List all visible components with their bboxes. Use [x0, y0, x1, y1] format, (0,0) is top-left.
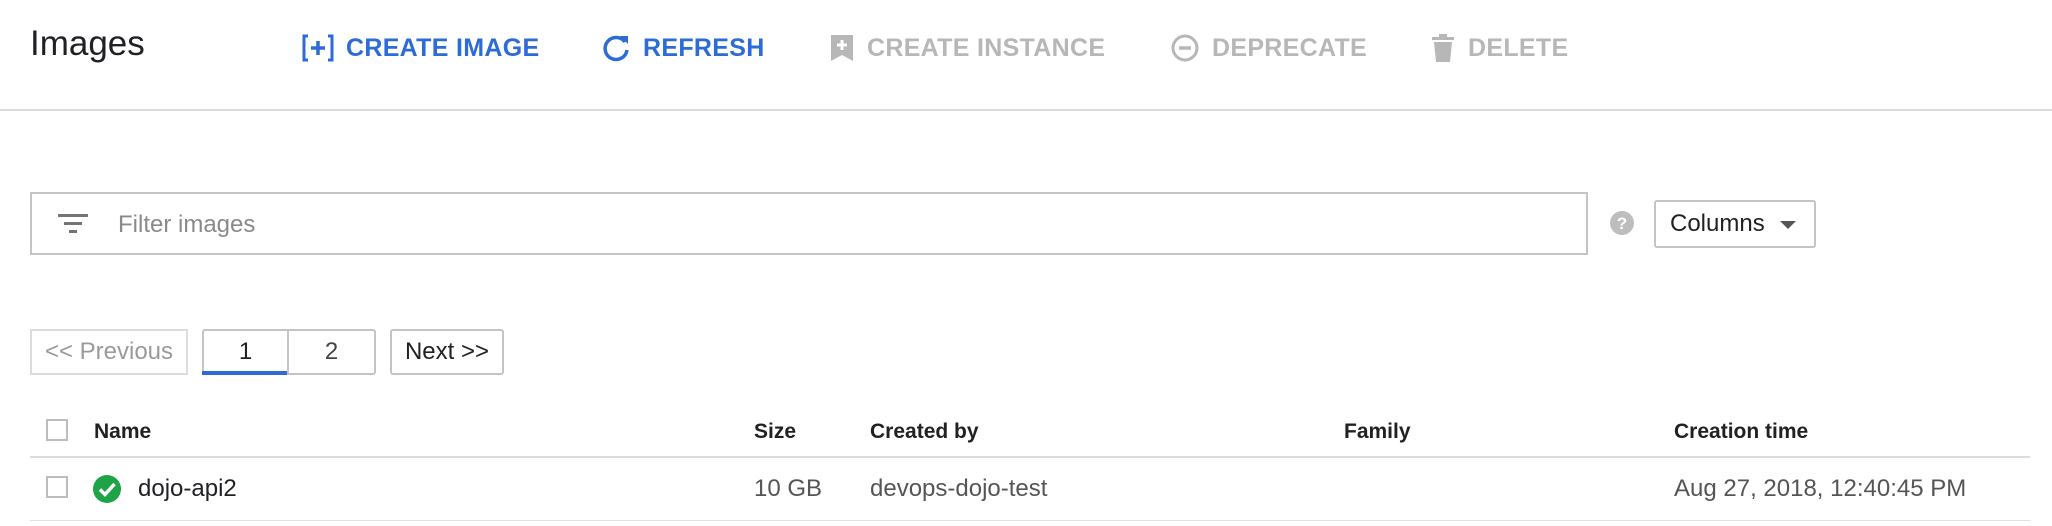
svg-text:?: ?: [1617, 214, 1627, 233]
filter-bar: [30, 192, 1588, 255]
check-circle-icon: [93, 475, 121, 503]
create-image-button[interactable]: CREATE IMAGE: [302, 28, 539, 68]
refresh-icon: [603, 35, 629, 62]
chevron-down-icon: [1780, 221, 1796, 229]
create-image-label: CREATE IMAGE: [346, 33, 540, 62]
delete-button[interactable]: DELETE: [1430, 28, 1568, 68]
header-size[interactable]: Size: [754, 420, 796, 444]
trash-icon: [1432, 34, 1454, 62]
deprecate-icon: [1171, 34, 1199, 62]
page-title: Images: [30, 24, 145, 63]
toolbar: Images CREATE IMAGE REFRESH CREATE INSTA…: [0, 0, 2052, 111]
previous-page-button[interactable]: << Previous: [30, 329, 188, 375]
table-header: Name Size Created by Family Creation tim…: [30, 410, 2030, 458]
filter-icon: [58, 214, 88, 233]
page-1-button[interactable]: 1: [202, 329, 289, 375]
table-row[interactable]: dojo-api2 10 GB devops-dojo-test Aug 27,…: [30, 458, 2030, 521]
create-instance-button[interactable]: CREATE INSTANCE: [829, 28, 1105, 68]
image-created-by: devops-dojo-test: [870, 475, 1048, 502]
help-icon[interactable]: ?: [1609, 210, 1635, 236]
refresh-button[interactable]: REFRESH: [601, 28, 765, 68]
deprecate-label: DEPRECATE: [1212, 33, 1368, 62]
header-family[interactable]: Family: [1344, 420, 1411, 444]
current-page-indicator: [202, 371, 289, 375]
create-image-icon: [302, 34, 334, 62]
header-creation-time[interactable]: Creation time: [1674, 420, 1808, 444]
next-page-button[interactable]: Next >>: [390, 329, 504, 375]
delete-label: DELETE: [1468, 33, 1569, 62]
image-creation-time: Aug 27, 2018, 12:40:45 PM: [1674, 475, 1967, 502]
page-2-button[interactable]: 2: [287, 329, 376, 375]
create-instance-label: CREATE INSTANCE: [867, 33, 1106, 62]
header-created-by[interactable]: Created by: [870, 420, 979, 444]
select-all-checkbox[interactable]: [46, 419, 68, 441]
create-instance-icon: [831, 35, 853, 61]
image-size: 10 GB: [754, 475, 823, 502]
columns-button[interactable]: Columns: [1654, 200, 1816, 248]
header-name[interactable]: Name: [94, 420, 151, 444]
deprecate-button[interactable]: DEPRECATE: [1170, 28, 1367, 68]
row-checkbox[interactable]: [46, 476, 68, 498]
columns-label: Columns: [1670, 210, 1765, 237]
filter-input[interactable]: [116, 206, 1560, 244]
image-name-link[interactable]: dojo-api2: [138, 475, 237, 503]
refresh-label: REFRESH: [643, 33, 765, 62]
page-1-label: 1: [238, 338, 253, 365]
